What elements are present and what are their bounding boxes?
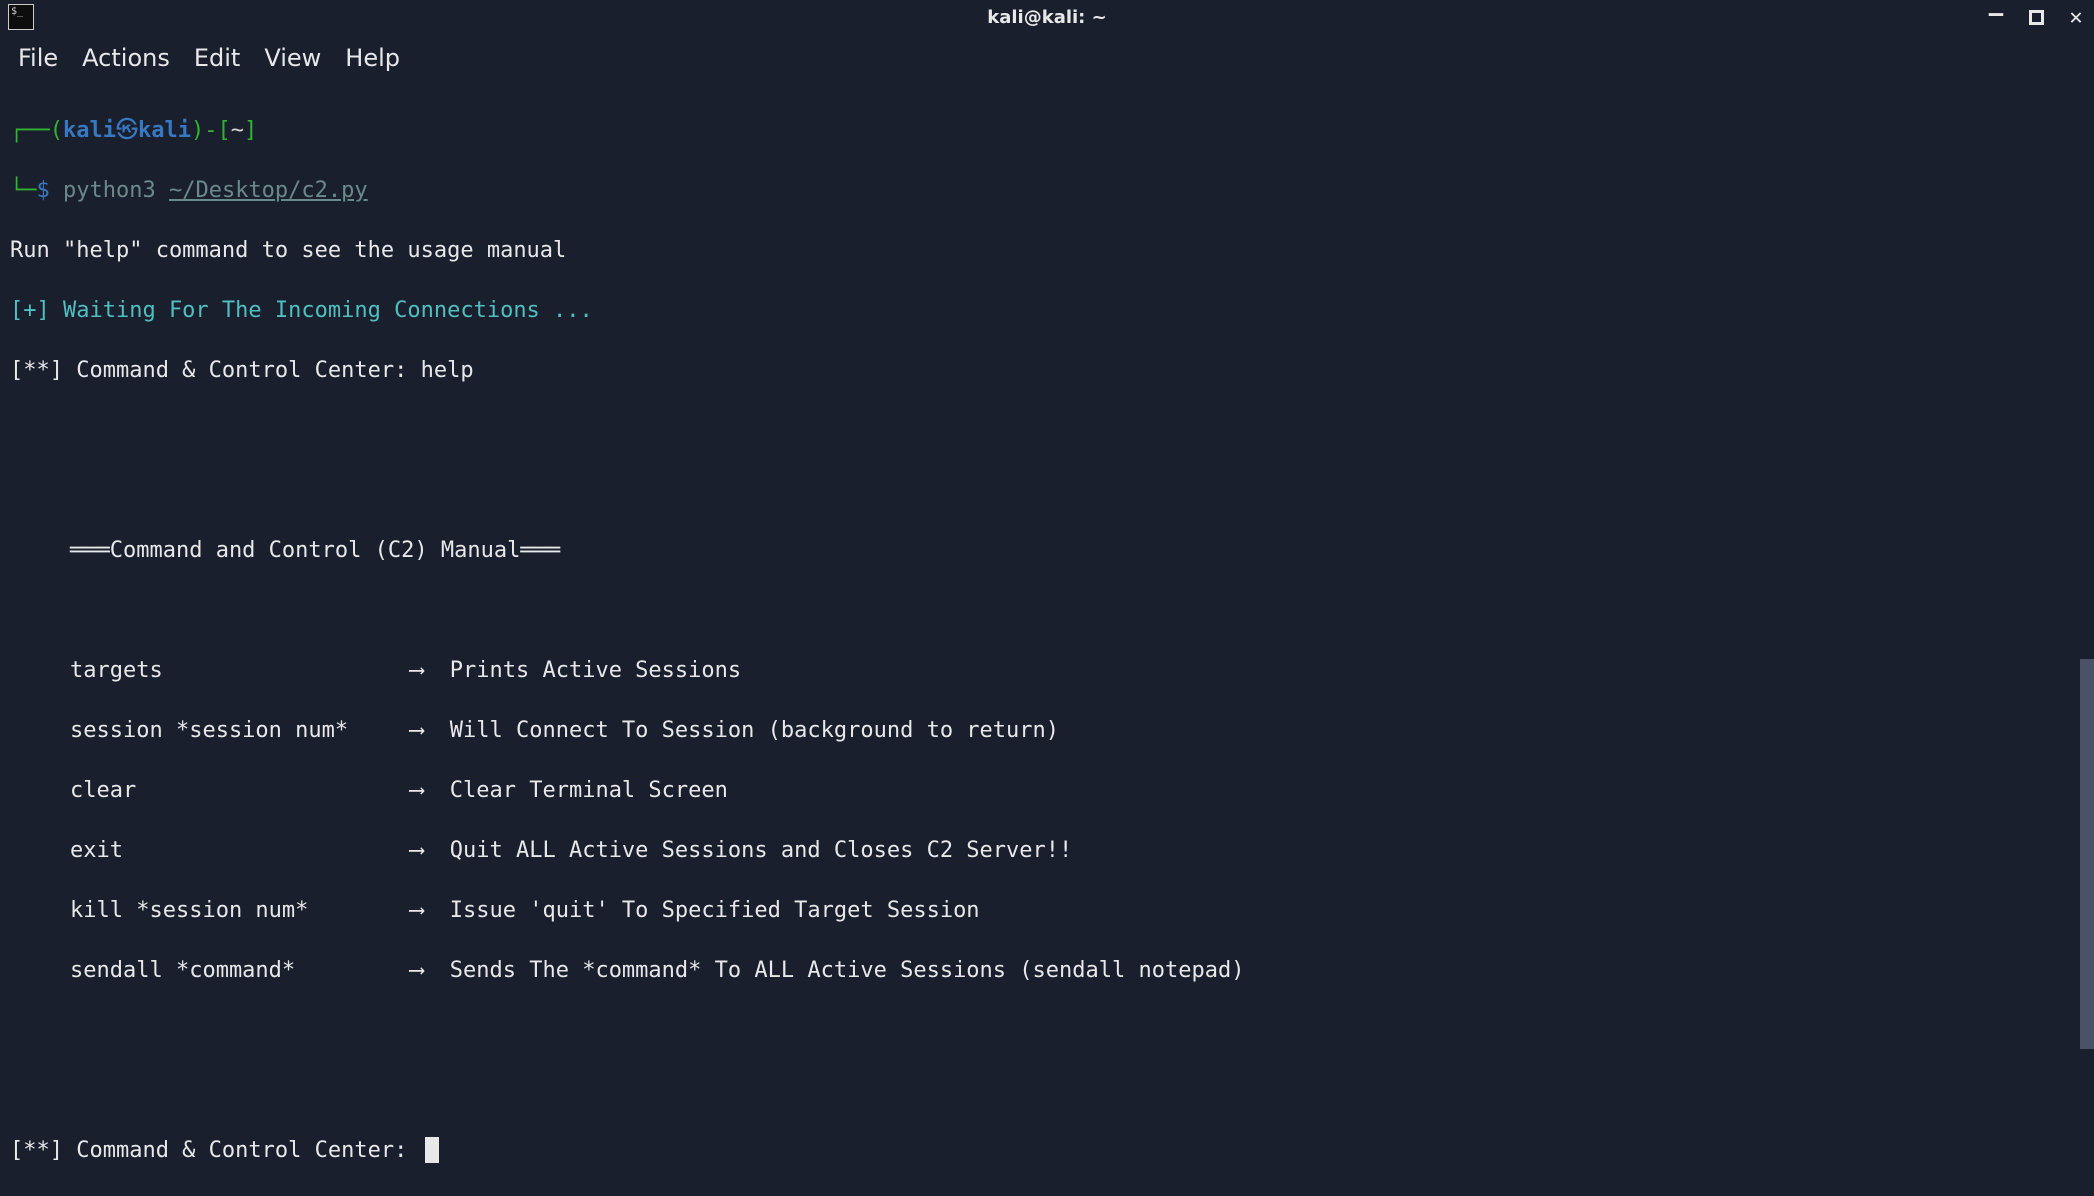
manual-row-4: kill *session num*⟶ Issue 'quit' To Spec… (10, 896, 2084, 926)
menubar: File Actions Edit View Help (0, 34, 2094, 86)
prompt-dir: ~ (231, 118, 244, 143)
menu-actions[interactable]: Actions (82, 44, 170, 72)
output-line-1: Run "help" command to see the usage manu… (10, 236, 2084, 266)
prompt-host: kali (138, 118, 191, 143)
cmd-name: targets (70, 656, 410, 686)
blank-line (10, 476, 2084, 506)
prompt-line-1: ┌──(kali㉿kali)-[~] (10, 116, 2084, 146)
close-icon[interactable]: ✕ (2066, 7, 2086, 27)
blank-line (10, 416, 2084, 446)
c2-prompt-label: [**] Command & Control Center: (10, 358, 421, 383)
blank-line (10, 1016, 2084, 1046)
terminal-app-icon: $_ (8, 4, 34, 30)
manual-row-2: clear⟶ Clear Terminal Screen (10, 776, 2084, 806)
cmd-name: clear (70, 776, 410, 806)
terminal-content[interactable]: ┌──(kali㉿kali)-[~] └─$ python3 ~/Desktop… (0, 86, 2094, 1196)
cursor-icon (425, 1137, 439, 1163)
prompt-line2-prefix: └─ (10, 178, 37, 203)
cmd-desc: Sends The *command* To ALL Active Sessio… (450, 958, 1245, 983)
blank-line (10, 1076, 2084, 1106)
c2-prompt-text: [**] Command & Control Center: (10, 1138, 421, 1163)
skull-icon: ㉿ (116, 118, 138, 143)
cmd-name: exit (70, 836, 410, 866)
cmd-desc: Clear Terminal Screen (450, 778, 728, 803)
cmd-name: kill *session num* (70, 896, 410, 926)
menu-edit[interactable]: Edit (194, 44, 240, 72)
titlebar: $_ kali@kali: ~ — ✕ (0, 0, 2094, 34)
minimize-icon[interactable]: — (1986, 7, 2006, 27)
window-title: kali@kali: ~ (987, 7, 1106, 28)
prompt-line-2: └─$ python3 ~/Desktop/c2.py (10, 176, 2084, 206)
manual-title: ═══Command and Control (C2) Manual═══ (10, 536, 2084, 566)
menu-file[interactable]: File (18, 44, 58, 72)
scrollbar[interactable] (2080, 659, 2094, 1049)
manual-row-5: sendall *command*⟶ Sends The *command* T… (10, 956, 2084, 986)
prompt-prefix: ┌──( (10, 118, 63, 143)
menu-view[interactable]: View (264, 44, 321, 72)
maximize-icon[interactable] (2026, 7, 2046, 27)
terminal-icon-text: $_ (11, 6, 23, 17)
cmd-desc: Prints Active Sessions (450, 658, 741, 683)
output-line-2: [+] Waiting For The Incoming Connections… (10, 296, 2084, 326)
manual-row-1: session *session num*⟶ Will Connect To S… (10, 716, 2084, 746)
titlebar-left: $_ (8, 4, 34, 30)
c2-prompt-cmd: help (421, 358, 474, 383)
manual-row-0: targets⟶ Prints Active Sessions (10, 656, 2084, 686)
command-arg: ~/Desktop/c2.py (169, 178, 368, 203)
prompt-end: ] (244, 118, 257, 143)
cmd-desc: Issue 'quit' To Specified Target Session (450, 898, 980, 923)
cmd-desc: Quit ALL Active Sessions and Closes C2 S… (450, 838, 1073, 863)
c2-prompt-line[interactable]: [**] Command & Control Center: (10, 1136, 2084, 1166)
prompt-dollar: $ (37, 178, 50, 203)
command-name: python3 (63, 178, 156, 203)
manual-row-3: exit⟶ Quit ALL Active Sessions and Close… (10, 836, 2084, 866)
cmd-name: session *session num* (70, 716, 410, 746)
cmd-name: sendall *command* (70, 956, 410, 986)
cmd-desc: Will Connect To Session (background to r… (450, 718, 1059, 743)
menu-help[interactable]: Help (345, 44, 400, 72)
blank-line (10, 596, 2084, 626)
prompt-user: kali (63, 118, 116, 143)
window-controls: — ✕ (1986, 7, 2086, 27)
prompt-suffix: )-[ (191, 118, 231, 143)
output-line-3: [**] Command & Control Center: help (10, 356, 2084, 386)
